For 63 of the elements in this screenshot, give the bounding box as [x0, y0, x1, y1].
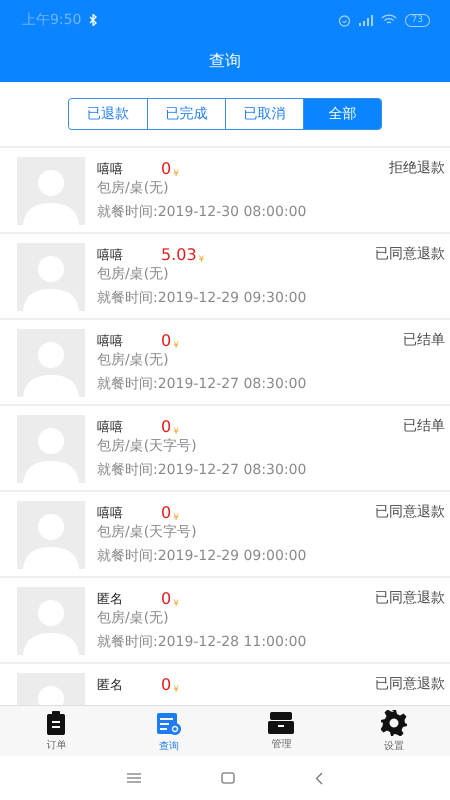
- customer-name: 匿名: [97, 591, 124, 608]
- order-status: 已同意退款: [375, 503, 445, 521]
- customer-name: 嘻嘻: [97, 419, 124, 436]
- dining-time: 就餐时间:2019-12-28 11:00:00: [97, 633, 308, 651]
- dining-time: 就餐时间:2019-12-29 09:00:00: [97, 547, 308, 565]
- order-row[interactable]: 嘻嘻 5.03¥ 已同意退款 包房/桌(无) 就餐时间:2019-12-29 09:30:00: [0, 234, 450, 320]
- settings-icon: [380, 710, 407, 736]
- status-time: 上午9:50: [22, 11, 82, 29]
- customer-name: 嘻嘻: [97, 247, 124, 264]
- dining-time: 就餐时间:2019-12-27 08:30:00: [97, 461, 308, 479]
- customer-name: 嘻嘻: [97, 333, 124, 350]
- filter-tab[interactable]: 全部: [303, 99, 381, 129]
- nav-tab[interactable]: 查询: [112, 706, 225, 756]
- order-status: 已同意退款: [375, 675, 445, 693]
- nav-tab[interactable]: 管理: [225, 706, 338, 756]
- dining-time: 就餐时间:2019-12-30 08:00:00: [97, 203, 308, 221]
- order-amount: 0: [161, 675, 172, 694]
- order-status: 已同意退款: [375, 589, 445, 607]
- order-status: 拒绝退款: [389, 159, 445, 177]
- room-table: 包房/桌(无): [97, 265, 445, 287]
- currency-sign: ¥: [173, 599, 180, 609]
- order-status: 已同意退款: [375, 245, 445, 263]
- currency-sign: ¥: [173, 685, 180, 695]
- order-amount: 0: [161, 589, 172, 608]
- currency-sign: ¥: [173, 169, 180, 179]
- customer-name: 嘻嘻: [97, 161, 124, 178]
- nav-tab[interactable]: 设置: [338, 706, 450, 756]
- room-table: 包房/桌(无): [97, 609, 445, 631]
- order-status: 已结单: [403, 331, 445, 349]
- order-row[interactable]: 嘻嘻 0¥ 已结单 包房/桌(无) 就餐时间:2019-12-27 08:30:00: [0, 320, 450, 406]
- order-amount: 0: [161, 159, 172, 178]
- room-table: 包房/桌(天字号): [97, 437, 445, 459]
- order-amount: 5.03: [161, 245, 197, 264]
- page-title: 查询: [209, 50, 241, 72]
- room-table: 包房/桌(无): [97, 351, 445, 373]
- battery-level: 73: [404, 14, 430, 26]
- order-row[interactable]: 嘻嘻 0¥ 拒绝退款 包房/桌(无) 就餐时间:2019-12-30 08:00:00: [0, 148, 450, 234]
- room-table: 包房/桌(无): [97, 179, 445, 201]
- bluetooth-icon: [89, 14, 98, 26]
- order-row[interactable]: 嘻嘻 0¥ 已同意退款 包房/桌(天字号) 就餐时间:2019-12-29 09:00:00: [0, 492, 450, 578]
- currency-sign: ¥: [173, 427, 180, 437]
- order-amount: 0: [161, 503, 172, 522]
- back-icon[interactable]: [315, 772, 323, 784]
- alarm-icon: [338, 14, 351, 26]
- wifi-icon: [380, 14, 397, 26]
- order-status: 已结单: [403, 417, 445, 435]
- signal-icon: [358, 14, 373, 26]
- currency-sign: ¥: [173, 341, 180, 351]
- room-table: 包房/桌(天字号): [97, 523, 445, 545]
- dining-time: 就餐时间:2019-12-29 09:30:00: [97, 289, 308, 307]
- drawer-icon: [268, 712, 294, 734]
- order-amount: 0: [161, 417, 172, 436]
- order-row[interactable]: 嘻嘻 0¥ 已结单 包房/桌(天字号) 就餐时间:2019-12-27 08:30:00: [0, 406, 450, 492]
- dining-time: 就餐时间:2019-12-27 08:30:00: [97, 375, 308, 393]
- home-icon[interactable]: [221, 772, 235, 784]
- currency-sign: ¥: [173, 513, 180, 523]
- order-row[interactable]: 匿名 0¥ 已同意退款 包房/桌(无) 就餐时间:2019-12-28 11:00:00: [0, 578, 450, 664]
- nav-tab[interactable]: 订单: [0, 706, 112, 756]
- customer-name: 匿名: [97, 677, 124, 694]
- order-amount: 0: [161, 331, 172, 350]
- menu-icon[interactable]: [127, 773, 141, 783]
- customer-name: 嘻嘻: [97, 505, 124, 522]
- currency-sign: ¥: [198, 255, 206, 265]
